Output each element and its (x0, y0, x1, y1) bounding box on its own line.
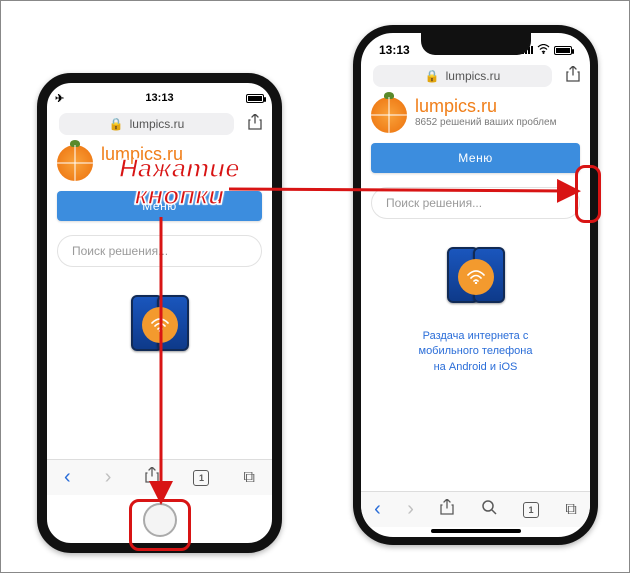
site-logo-icon (57, 145, 93, 181)
menu-button[interactable]: Меню (371, 143, 580, 173)
iphone-x-device: 13:13 🔒 lumpics.ru lumpics.ru 8652 решен… (353, 25, 598, 545)
tabs-button[interactable]: 1 (193, 470, 209, 486)
address-domain: lumpics.ru (446, 69, 501, 83)
wifi-icon (142, 307, 178, 343)
browser-toolbar: ‹ › 1 ⧉ (361, 491, 590, 527)
browser-toolbar: ‹ › 1 ⧉ (47, 459, 272, 495)
search-input[interactable]: Поиск решения... (371, 187, 580, 219)
lock-icon: 🔒 (109, 117, 124, 131)
search-icon[interactable] (481, 499, 497, 520)
address-bar[interactable]: 🔒 lumpics.ru (59, 113, 234, 135)
forward-button[interactable]: › (105, 466, 112, 489)
page-content: lumpics.ru 8652 решений ваших проблем Ме… (361, 87, 590, 491)
tabs-button[interactable]: 1 (523, 502, 539, 518)
search-input[interactable]: Поиск решения... (57, 235, 262, 267)
home-indicator[interactable] (431, 529, 521, 533)
article-link[interactable]: Раздача интернета с мобильного телефона … (371, 329, 580, 375)
wifi-icon (537, 44, 550, 56)
wifi-icon (458, 259, 494, 295)
share-icon[interactable] (440, 499, 454, 520)
tab-overview-button[interactable]: ⧉ (243, 469, 254, 487)
back-button[interactable]: ‹ (64, 466, 71, 489)
address-bar[interactable]: 🔒 lumpics.ru (373, 65, 552, 87)
forward-button[interactable]: › (407, 498, 414, 521)
site-tagline: 8652 решений ваших проблем (415, 117, 556, 128)
share-icon[interactable] (244, 111, 266, 133)
address-domain: lumpics.ru (130, 117, 185, 131)
annotation-label: Нажатие кнопки (119, 155, 240, 210)
status-time: 13:13 (145, 92, 173, 104)
side-power-button[interactable] (592, 183, 596, 231)
home-button[interactable] (143, 503, 177, 537)
article-illustration (371, 247, 580, 319)
notch (421, 33, 531, 55)
tab-overview-button[interactable]: ⧉ (565, 501, 576, 519)
status-time: 13:13 (379, 43, 410, 57)
article-illustration (57, 295, 262, 367)
airplane-icon: ✈ (55, 92, 64, 105)
lock-icon: 🔒 (425, 69, 440, 83)
share-icon[interactable] (562, 63, 584, 85)
battery-icon (554, 46, 572, 55)
site-logo-icon (371, 97, 407, 133)
share-icon[interactable] (145, 467, 159, 488)
status-bar: ✈ 13:13 (47, 87, 272, 109)
site-name: lumpics.ru (415, 97, 556, 117)
iphone-homebutton-device: ✈ 13:13 🔒 lumpics.ru lumpics.ru Меню Пои… (37, 73, 282, 553)
battery-icon (246, 94, 264, 103)
back-button[interactable]: ‹ (374, 498, 381, 521)
